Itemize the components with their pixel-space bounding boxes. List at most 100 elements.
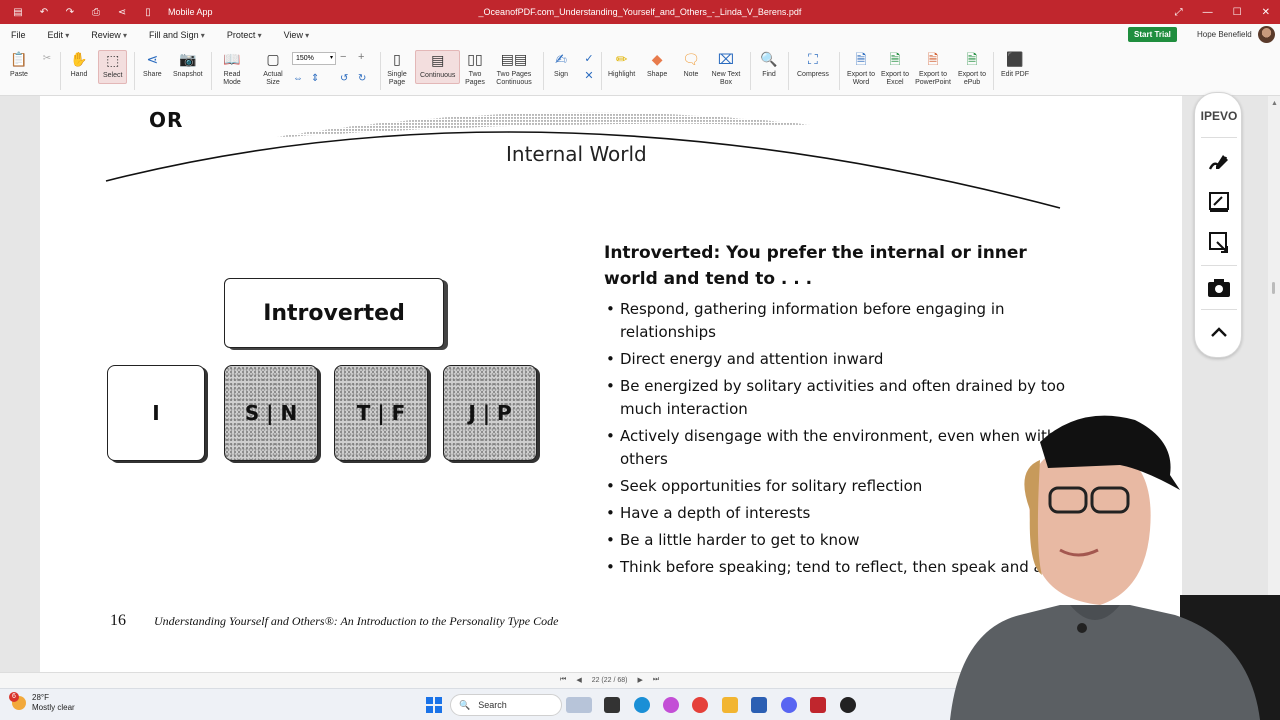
- menu-protect[interactable]: Protect: [216, 30, 273, 40]
- menu-edit[interactable]: Edit: [37, 30, 81, 40]
- menu-view[interactable]: View: [273, 30, 321, 40]
- page-indicator[interactable]: 22 (22 / 68): [592, 677, 628, 684]
- minimize-button[interactable]: —: [1203, 7, 1213, 18]
- or-label: OR: [149, 108, 184, 132]
- fit-page-icon[interactable]: ⇕: [311, 73, 319, 84]
- hand-tool-button[interactable]: ✋ Hand: [70, 50, 88, 79]
- two-pages-icon: ▯▯: [467, 51, 483, 67]
- title-bar: ▤ ↶ ↷ ⎙ ⋖ ▯ Mobile App _OceanofPDF.com_U…: [0, 0, 1280, 24]
- clipboard-icon: 📋: [10, 51, 28, 67]
- scrollbar-thumb[interactable]: [1272, 282, 1275, 294]
- text-box-icon: ⌧: [717, 51, 735, 67]
- menu-fill-and-sign[interactable]: Fill and Sign: [138, 30, 216, 40]
- rotate-left-icon[interactable]: ↺: [340, 73, 348, 84]
- share-icon[interactable]: ⋖: [116, 6, 128, 18]
- collapse-panel-button[interactable]: [1203, 317, 1235, 347]
- weather-icon: 6: [9, 692, 26, 710]
- actual-size-button[interactable]: ▢ Actual Size: [261, 50, 285, 87]
- paste-button[interactable]: 📋 Paste: [10, 50, 28, 79]
- export-word-button[interactable]: 🗎 Export to Word: [846, 50, 876, 87]
- widget-icon[interactable]: [566, 697, 592, 713]
- temperature: 28°F: [32, 693, 49, 702]
- share-button[interactable]: ⋖ Share: [143, 50, 162, 79]
- close-button[interactable]: ✕: [1262, 7, 1270, 18]
- file-explorer-icon[interactable]: [722, 697, 738, 713]
- select-tool-button[interactable]: ⬚ Select: [98, 50, 128, 84]
- last-page-icon[interactable]: ⏭: [653, 676, 659, 684]
- pen-icon: [1208, 155, 1228, 170]
- fit-width-icon[interactable]: ⇔: [293, 73, 303, 84]
- undo-icon[interactable]: ↶: [38, 6, 50, 18]
- previous-page-icon[interactable]: ◀: [576, 676, 581, 684]
- redo-icon[interactable]: ↷: [64, 6, 76, 18]
- list-item: Respond, gathering information before en…: [606, 298, 1066, 344]
- page-number: 16: [110, 612, 126, 629]
- single-page-button[interactable]: ▯ Single Page: [386, 50, 408, 87]
- export-excel-button[interactable]: 🗎 Export to Excel: [880, 50, 910, 87]
- two-pages-continuous-icon: ▤▤: [500, 51, 528, 67]
- app-menu-icon[interactable]: ▤: [12, 6, 24, 18]
- start-trial-button[interactable]: Start Trial: [1128, 27, 1177, 42]
- avatar[interactable]: [1258, 26, 1275, 43]
- windows-start-icon[interactable]: [426, 697, 442, 713]
- zoom-in-icon[interactable]: +: [358, 51, 364, 63]
- compress-button[interactable]: ⛶ Compress: [797, 50, 829, 79]
- discord-icon[interactable]: [781, 697, 797, 713]
- export-powerpoint-button[interactable]: 🗎 Export to PowerPoint: [913, 50, 953, 87]
- cut-button[interactable]: ✂: [38, 50, 56, 71]
- edge-icon[interactable]: [634, 697, 650, 713]
- taskbar-search[interactable]: 🔍 Search: [450, 694, 562, 716]
- snapshot-button[interactable]: 📷 Snapshot: [173, 50, 203, 79]
- letter-box-jp: J | P: [443, 365, 537, 461]
- two-pages-button[interactable]: ▯▯ Two Pages: [462, 50, 488, 87]
- ribbon-toolbar: 📋 Paste ✂ ✋ Hand ⬚ Select ⋖ Share 📷 Snap…: [0, 46, 1280, 96]
- sign-confirm-button[interactable]: ✓ ✕: [580, 50, 598, 88]
- next-page-icon[interactable]: ▶: [638, 676, 643, 684]
- highlight-button[interactable]: ✏ Highlight: [608, 50, 635, 79]
- zoom-select[interactable]: 150% ▾: [292, 52, 336, 65]
- continuous-button[interactable]: ▤ Continuous: [415, 50, 461, 84]
- two-pages-continuous-button[interactable]: ▤▤ Two Pages Continuous: [493, 50, 535, 87]
- crop-icon: [1209, 232, 1228, 253]
- pdf-app-icon[interactable]: [810, 697, 826, 713]
- edit-pdf-button[interactable]: ⬛ Edit PDF: [1000, 50, 1030, 79]
- mobile-app-label[interactable]: Mobile App: [168, 7, 213, 17]
- scroll-up-icon[interactable]: ▲: [1271, 100, 1278, 107]
- find-button[interactable]: 🔍 Find: [760, 50, 778, 79]
- menu-file[interactable]: File: [0, 30, 37, 40]
- camera-button[interactable]: [1203, 273, 1235, 303]
- search-icon: 🔍: [459, 699, 471, 710]
- divider: [134, 52, 135, 90]
- whiteboard-icon: [1209, 192, 1229, 212]
- print-icon[interactable]: ⎙: [90, 6, 102, 18]
- store-icon[interactable]: [751, 697, 767, 713]
- new-text-box-button[interactable]: ⌧ New Text Box: [710, 50, 742, 87]
- shape-button[interactable]: ◆ Shape: [647, 50, 667, 79]
- first-page-icon[interactable]: ⏮: [560, 676, 566, 684]
- read-mode-button[interactable]: 📖 Read Mode: [220, 50, 244, 87]
- whiteboard-button[interactable]: [1203, 187, 1235, 217]
- rotate-right-icon[interactable]: ↻: [358, 73, 366, 84]
- maximize-button[interactable]: ☐: [1233, 7, 1242, 18]
- note-button[interactable]: 🗨 Note: [682, 50, 700, 79]
- note-icon: 🗨: [682, 51, 700, 67]
- scissors-icon: ✂: [42, 53, 52, 64]
- export-epub-button[interactable]: 🗎 Export to ePub: [957, 50, 987, 87]
- weather-widget[interactable]: 6 28°F Mostly clear: [9, 692, 75, 713]
- copilot-icon[interactable]: [663, 697, 679, 713]
- divider: [750, 52, 751, 90]
- chrome-icon[interactable]: [692, 697, 708, 713]
- sign-button[interactable]: ✍ Sign: [552, 50, 570, 79]
- divider: [788, 52, 789, 90]
- divider: [380, 52, 381, 90]
- camera-icon: 📷: [179, 51, 197, 67]
- fullscreen-icon[interactable]: ⤢: [1175, 7, 1183, 18]
- epub-icon: 🗎: [966, 51, 978, 67]
- capture-region-button[interactable]: [1203, 227, 1235, 257]
- menu-review[interactable]: Review: [80, 30, 138, 40]
- check-icon: ✓: [584, 53, 594, 65]
- task-view-icon[interactable]: [604, 697, 620, 713]
- pen-button[interactable]: [1203, 147, 1235, 177]
- obs-icon[interactable]: [840, 697, 856, 713]
- zoom-out-icon[interactable]: −: [340, 51, 346, 63]
